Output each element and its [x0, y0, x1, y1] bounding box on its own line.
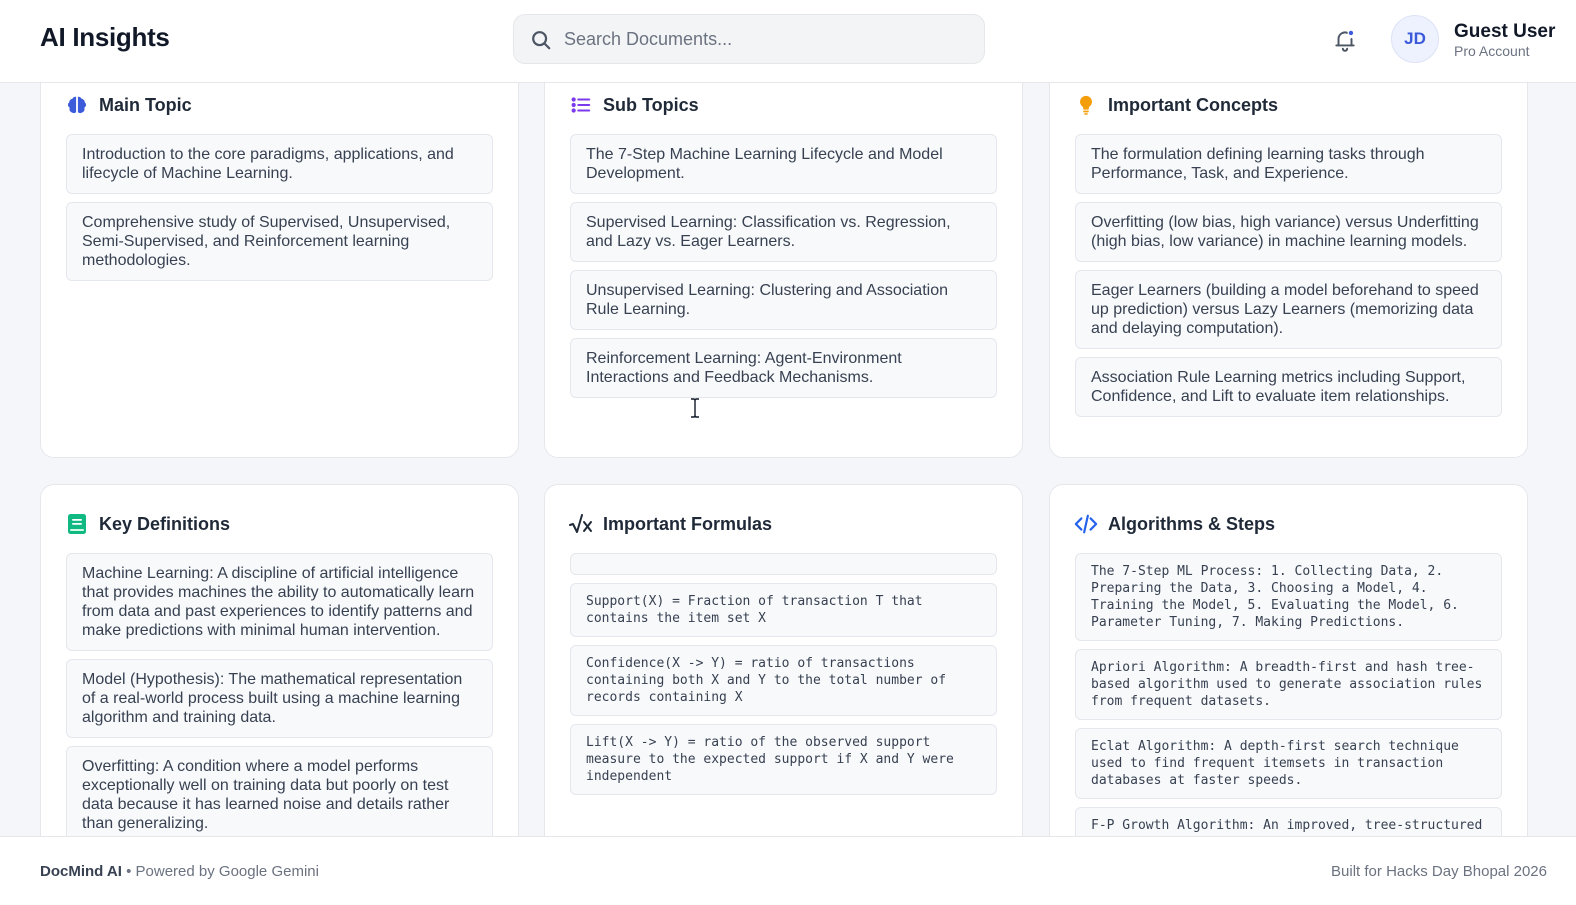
search-input[interactable] — [564, 15, 964, 63]
list-item: Machine Learning: A discipline of artifi… — [66, 553, 493, 651]
list-item: Comprehensive study of Supervised, Unsup… — [66, 202, 493, 281]
top-header: AI Insights JD Guest User Pro Account — [0, 0, 1576, 83]
list-item: Introduction to the core paradigms, appl… — [66, 134, 493, 194]
main-topic-list: Introduction to the core paradigms, appl… — [66, 134, 493, 289]
list-item: The formulation defining learning tasks … — [1075, 134, 1502, 194]
card-title-algorithms-steps: Algorithms & Steps — [1108, 513, 1276, 534]
book-icon — [65, 512, 89, 536]
list-item: Reinforcement Learning: Agent-Environmen… — [570, 338, 997, 398]
card-important-concepts: Important Concepts The formulation defin… — [1049, 62, 1528, 458]
concepts-list: The formulation defining learning tasks … — [1075, 134, 1502, 425]
list-item: Apriori Algorithm: A breadth-first and h… — [1075, 649, 1502, 720]
definitions-list: Machine Learning: A discipline of artifi… — [66, 553, 493, 852]
list-item: Eager Learners (building a model beforeh… — [1075, 270, 1502, 349]
list-item: Eclat Algorithm: A depth-first search te… — [1075, 728, 1502, 799]
card-main-topic: Main Topic Introduction to the core para… — [40, 62, 519, 458]
list-item: The 7-Step ML Process: 1. Collecting Dat… — [1075, 553, 1502, 641]
footer-credit: Built for Hacks Day Bhopal 2026 — [1331, 863, 1547, 880]
bell-icon[interactable] — [1332, 27, 1358, 53]
footer: DocMind AI • Powered by Google Gemini Bu… — [0, 836, 1576, 905]
list-item: The 7-Step Machine Learning Lifecycle an… — [570, 134, 997, 194]
card-title-important-concepts: Important Concepts — [1108, 94, 1279, 115]
formulas-list: Support(X) = Fraction of transaction T t… — [570, 553, 997, 803]
list-item: Confidence(X -> Y) = ratio of transactio… — [570, 645, 997, 716]
text-cursor-icon — [691, 398, 699, 418]
algorithms-list: The 7-Step ML Process: 1. Collecting Dat… — [1075, 553, 1502, 852]
list-item: Overfitting: A condition where a model p… — [66, 746, 493, 844]
list-item — [570, 553, 997, 575]
list-item: Lift(X -> Y) = ratio of the observed sup… — [570, 724, 997, 795]
lightbulb-icon — [1074, 93, 1098, 117]
search-bar[interactable] — [513, 14, 985, 64]
list-item: Overfitting (low bias, high variance) ve… — [1075, 202, 1502, 262]
card-title-main-topic: Main Topic — [99, 94, 192, 115]
avatar[interactable]: JD — [1391, 15, 1439, 63]
search-icon — [532, 31, 551, 50]
list-icon — [569, 93, 593, 117]
user-name: Guest User — [1454, 21, 1556, 42]
brain-icon — [65, 93, 89, 117]
list-item: Model (Hypothesis): The mathematical rep… — [66, 659, 493, 738]
code-icon — [1074, 512, 1098, 536]
card-title-key-definitions: Key Definitions — [99, 513, 231, 534]
list-item: Association Rule Learning metrics includ… — [1075, 357, 1502, 417]
app-title: AI Insights — [40, 22, 170, 52]
list-item: Unsupervised Learning: Clustering and As… — [570, 270, 997, 330]
user-plan: Pro Account — [1454, 43, 1530, 59]
card-title-important-formulas: Important Formulas — [603, 513, 773, 534]
list-item: Supervised Learning: Classification vs. … — [570, 202, 997, 262]
footer-powered: • Powered by Google Gemini — [121, 863, 319, 880]
footer-brand: DocMind AI — [40, 863, 122, 880]
card-sub-topics: Sub Topics The 7-Step Machine Learning L… — [544, 62, 1023, 458]
sub-topics-list: The 7-Step Machine Learning Lifecycle an… — [570, 134, 997, 406]
list-item: Support(X) = Fraction of transaction T t… — [570, 583, 997, 637]
square-root-icon — [569, 512, 593, 536]
card-title-sub-topics: Sub Topics — [603, 94, 699, 115]
